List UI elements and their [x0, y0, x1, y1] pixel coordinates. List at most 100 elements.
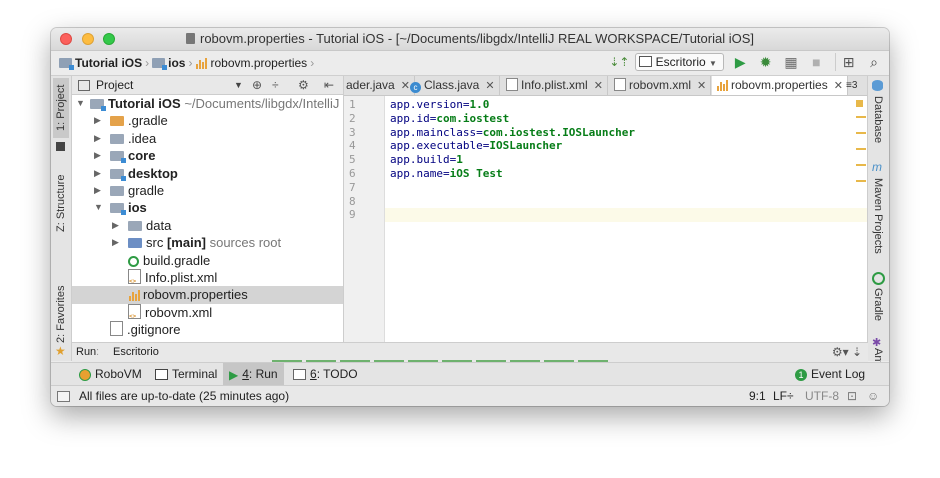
event-log-badge: 1 [795, 368, 807, 381]
tool-event-log[interactable]: 1 Event Log [789, 363, 871, 385]
module-folder-icon [152, 58, 168, 70]
tab-class-java[interactable]: c Class.java ✕ [406, 76, 500, 95]
debug-icon[interactable]: ✹ [757, 53, 775, 71]
tool-window-bar: RoboVM Terminal ▶ 4: Run 6: TODO 1 Event L… [51, 362, 889, 385]
tree-item[interactable]: ▶ data [72, 217, 343, 234]
code-line: app.id=com.iostest [390, 111, 510, 125]
tab-loader-java[interactable]: ader.java ✕ [344, 76, 415, 95]
tree-item[interactable]: Info.plist.xml [72, 268, 343, 290]
tree-item[interactable]: ▼ Tutorial iOS ~/Documents/libgdx/Intell… [72, 95, 343, 112]
tab-favorites[interactable]: 2: Favorites [53, 282, 69, 346]
tree-item[interactable]: ▶ src [main] sources root [72, 234, 343, 251]
expanded-arrow-icon[interactable]: ▼ [76, 95, 85, 112]
collapsed-arrow-icon[interactable]: ▶ [94, 147, 101, 164]
collapsed-arrow-icon[interactable]: ▶ [112, 234, 119, 251]
tool-robovm[interactable]: RoboVM [73, 363, 148, 385]
right-tool-stripe: Database m Maven Projects Gradle ✱ Ant [867, 76, 889, 365]
folder-icon [110, 185, 124, 196]
title-bar: robovm.properties - Tutorial iOS - [~/Do… [51, 28, 889, 51]
tab-gradle[interactable]: Gradle [870, 288, 886, 332]
tree-item[interactable]: ▶ gradle [72, 182, 343, 199]
lock-icon[interactable]: ⊡ [847, 386, 857, 406]
warning-marker[interactable] [856, 164, 866, 166]
folder-icon [128, 220, 142, 231]
collapse-all-icon[interactable]: ÷ [272, 76, 279, 94]
breadcrumb-project[interactable]: Tutorial iOS [59, 56, 142, 70]
hector-icon[interactable]: ☺ [867, 386, 879, 406]
zoom-window-button[interactable] [103, 33, 116, 45]
star-icon: ★ [55, 344, 66, 358]
file-encoding[interactable]: UTF-8 [805, 386, 839, 406]
tool-windows-toggle-icon[interactable] [57, 391, 70, 402]
make-project-icon[interactable]: ⇣⇡ [609, 53, 629, 71]
tab-database[interactable]: Database [870, 96, 886, 150]
source-folder-icon [128, 238, 142, 249]
tree-item[interactable]: .gitignore [72, 321, 343, 338]
tab-overflow-menu[interactable]: ≡3 [842, 76, 861, 95]
hide-panel-icon[interactable]: ⇤ [324, 76, 334, 94]
breadcrumb-ios[interactable]: ios [152, 56, 185, 70]
code-editor[interactable]: 1 2 3 4 5 6 7 8 9 app.version=1.0 app.id… [344, 96, 868, 342]
run-configuration-select[interactable]: Escritorio ▼ [634, 53, 724, 71]
collapsed-arrow-icon[interactable]: ▶ [112, 217, 119, 234]
warning-marker[interactable] [856, 180, 866, 182]
scroll-from-source-icon[interactable]: ⊕ [252, 76, 262, 94]
warning-marker[interactable] [856, 132, 866, 134]
project-view-select[interactable]: Project [96, 76, 133, 94]
tree-item[interactable]: ▶ desktop [72, 165, 343, 182]
tab-structure[interactable]: Z: Structure [53, 158, 69, 248]
tree-item-selected[interactable]: robovm.properties [72, 286, 343, 304]
gear-icon[interactable]: ⚙▾ ⇣ [832, 343, 862, 362]
collapsed-arrow-icon[interactable]: ▶ [94, 165, 101, 182]
collapsed-arrow-icon[interactable]: ▶ [94, 182, 101, 199]
left-tool-stripe: 1: Project Z: Structure 2: Favorites ★ [51, 76, 72, 361]
tree-item[interactable]: build.gradle [72, 252, 343, 269]
tree-item[interactable]: robovm.xml [72, 303, 343, 325]
search-icon[interactable]: ⌕ [865, 53, 883, 71]
tool-run[interactable]: ▶ 4: Run [223, 363, 284, 385]
todo-icon [293, 369, 306, 381]
robovm-icon [79, 368, 91, 381]
tab-project[interactable]: 1: Project [53, 78, 69, 138]
minimize-window-button[interactable] [81, 33, 94, 45]
module-folder-icon [110, 168, 126, 181]
warning-marker[interactable] [856, 116, 866, 118]
tab-ant[interactable]: Ant [870, 348, 886, 365]
tab-maven-projects[interactable]: Maven Projects [870, 178, 886, 258]
close-tab-icon[interactable]: ✕ [697, 80, 706, 92]
breadcrumb-file[interactable]: robovm.properties [195, 56, 307, 70]
tool-terminal[interactable]: Terminal [149, 363, 223, 385]
tab-robovm-properties[interactable]: robovm.properties ✕ [712, 76, 848, 95]
collapsed-arrow-icon[interactable]: ▶ [94, 130, 101, 147]
run-icon[interactable]: ▶ [731, 53, 749, 71]
stop-icon[interactable]: ■ [807, 53, 825, 71]
close-window-button[interactable] [60, 33, 72, 45]
line-separator[interactable]: LF÷ [773, 386, 794, 406]
folder-icon [110, 133, 124, 144]
chevron-down-icon[interactable]: ▼ [234, 76, 243, 94]
code-line: app.executable=IOSLauncher [390, 139, 563, 153]
warning-marker[interactable] [856, 100, 863, 107]
main-toolbar: ⇣⇡ Escritorio ▼ ▶ ✹ ▦ ■ ⊞ ⌕ [605, 53, 883, 73]
tree-item[interactable]: ▶ .gradle [72, 112, 343, 129]
tab-info-plist[interactable]: Info.plist.xml ✕ [502, 76, 608, 95]
project-structure-icon[interactable]: ⊞ [834, 53, 858, 71]
run-panel-config[interactable]: Escritorio [113, 343, 159, 362]
expanded-arrow-icon[interactable]: ▼ [94, 199, 103, 216]
properties-file-icon [128, 289, 140, 302]
coverage-icon[interactable]: ▦ [782, 53, 800, 71]
project-tree: ▼ Tutorial iOS ~/Documents/libgdx/Intell… [72, 95, 343, 338]
tree-item[interactable]: ▶ .idea [72, 130, 343, 147]
tree-item[interactable]: ▶ core [72, 147, 343, 164]
close-tab-icon[interactable]: ✕ [485, 80, 494, 92]
module-folder-icon [90, 99, 106, 111]
gear-icon[interactable]: ⚙ [298, 76, 309, 94]
tab-robovm-xml[interactable]: robovm.xml ✕ [610, 76, 712, 95]
caret-position[interactable]: 9:1 [749, 386, 766, 406]
collapsed-arrow-icon[interactable]: ▶ [94, 112, 101, 129]
warning-marker[interactable] [856, 148, 866, 150]
window-title: robovm.properties - Tutorial iOS - [~/Do… [199, 31, 754, 46]
tool-todo[interactable]: 6: TODO [287, 363, 364, 385]
close-tab-icon[interactable]: ✕ [594, 80, 603, 92]
tree-item[interactable]: ▼ ios [72, 199, 343, 216]
